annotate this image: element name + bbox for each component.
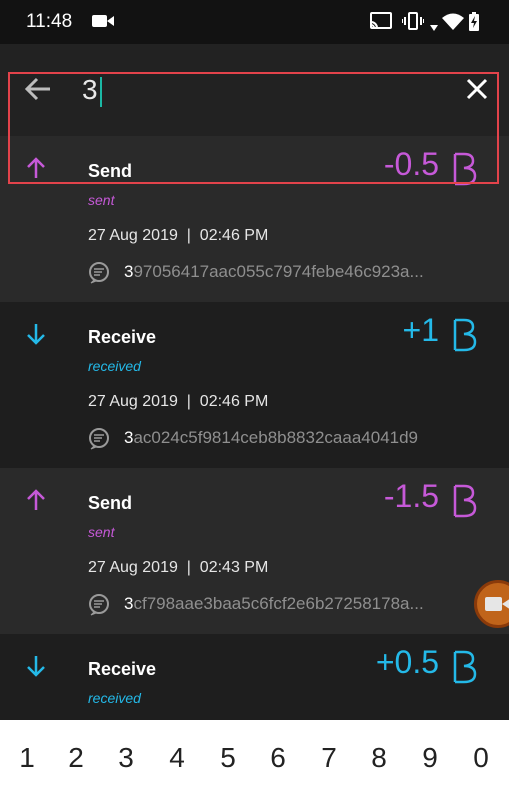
battery-charging-icon (469, 12, 479, 36)
comment-icon (87, 593, 111, 622)
vibrate-icon (401, 12, 425, 35)
transaction-status: received (88, 690, 141, 706)
transaction-title: Receive (88, 327, 157, 347)
arrow-up-icon (24, 488, 48, 517)
dropdown-indicator-icon (430, 18, 438, 36)
key-3[interactable]: 3 (106, 742, 146, 774)
transaction-date: 27 Aug 2019 | 02:43 PM (88, 559, 269, 576)
wifi-icon (442, 13, 464, 35)
key-8[interactable]: 8 (359, 742, 399, 774)
transaction-status: received (88, 358, 141, 374)
transaction-date: 27 Aug 2019 | 02:46 PM (88, 393, 269, 410)
transaction-title: Send (88, 493, 133, 513)
video-camera-icon (485, 597, 509, 611)
key-0[interactable]: 0 (461, 742, 501, 774)
key-1[interactable]: 1 (7, 742, 47, 774)
transaction-amount: -1.5 (383, 478, 439, 514)
highlight-box (8, 72, 499, 184)
status-bar: 11:48 (0, 0, 509, 44)
hash-rest: ac024c5f9814ceb8b8832caaa4041d9 (133, 428, 419, 447)
key-5[interactable]: 5 (208, 742, 248, 774)
transaction-hash: 3cf798aae3baa5c6fcf2e6b27258178a... (124, 594, 484, 614)
transaction-status: sent (88, 192, 115, 208)
transaction-title: Receive (88, 659, 157, 679)
coin-icon (452, 318, 478, 357)
hash-rest: cf798aae3baa5c6fcf2e6b27258178a... (133, 594, 424, 613)
comment-icon (87, 261, 111, 290)
transaction-row[interactable]: Receive received 27 Aug 2019 | 02:46 PM … (0, 302, 509, 468)
key-6[interactable]: 6 (258, 742, 298, 774)
transaction-hash: 397056417aac055c7974febe46c923a... (124, 262, 484, 282)
transaction-date: 27 Aug 2019 | 02:46 PM (88, 227, 269, 244)
transaction-amount: +1 (402, 312, 439, 348)
status-time: 11:48 (26, 11, 73, 32)
transaction-row[interactable]: Send sent 27 Aug 2019 | 02:43 PM 3cf798a… (0, 468, 509, 634)
coin-icon (452, 650, 478, 689)
numeric-keyboard: 1 2 3 4 5 6 7 8 9 0 (0, 720, 509, 806)
arrow-down-icon (24, 654, 48, 683)
transaction-amount: +0.5 (375, 644, 439, 680)
coin-icon (452, 484, 478, 523)
key-4[interactable]: 4 (157, 742, 197, 774)
key-7[interactable]: 7 (309, 742, 349, 774)
video-recording-icon (92, 14, 114, 33)
key-9[interactable]: 9 (410, 742, 450, 774)
arrow-down-icon (24, 322, 48, 351)
transaction-status: sent (88, 524, 115, 540)
hash-rest: 97056417aac055c7974febe46c923a... (133, 262, 424, 281)
key-2[interactable]: 2 (56, 742, 96, 774)
cast-icon (370, 12, 392, 35)
comment-icon (87, 427, 111, 456)
transaction-hash: 3ac024c5f9814ceb8b8832caaa4041d9 (124, 428, 484, 448)
